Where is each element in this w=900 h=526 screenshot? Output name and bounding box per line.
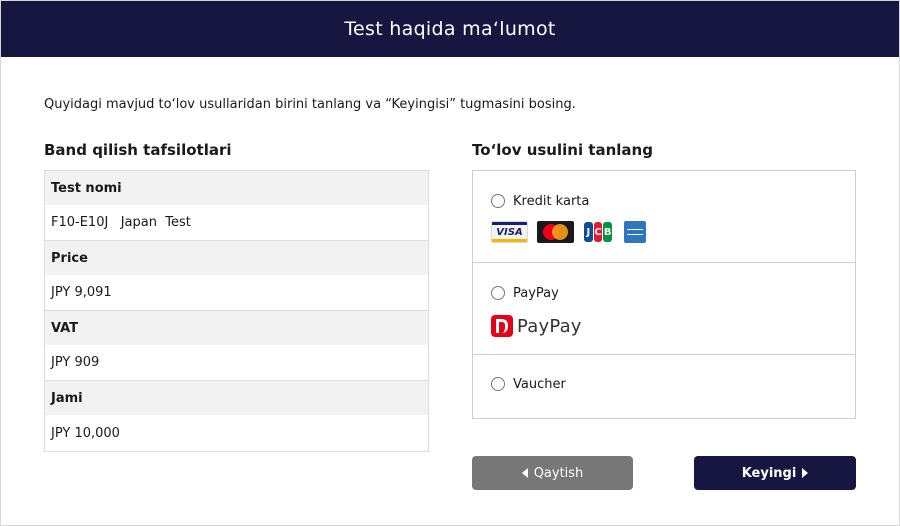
instruction-text: Quyidagi mavjud to‘lov usullaridan birin… xyxy=(44,97,576,112)
payment-label-voucher: Vaucher xyxy=(513,377,566,392)
mastercard-icon xyxy=(537,221,574,243)
payment-methods-box: Kredit karta VISA J C B PayPay PayPay Va… xyxy=(472,170,856,419)
visa-logo-text: VISA xyxy=(496,227,523,238)
booking-details-table: Test nomi F10-E10J Japan Test Price JPY … xyxy=(44,170,429,452)
next-button-label: Keyingi xyxy=(741,465,797,481)
radio-voucher[interactable] xyxy=(491,377,505,391)
page-title: Test haqida ma‘lumot xyxy=(344,18,556,40)
paypay-logo: PayPay xyxy=(491,315,582,337)
card-logos: VISA J C B xyxy=(491,221,646,243)
payment-label-credit-card: Kredit karta xyxy=(513,194,590,209)
radio-paypay[interactable] xyxy=(491,286,505,300)
payment-option-voucher[interactable]: Vaucher xyxy=(473,355,855,418)
payment-label-paypay: PayPay xyxy=(513,286,559,301)
booking-details-title: Band qilish tafsilotlari xyxy=(44,141,232,159)
caret-left-icon xyxy=(521,468,528,478)
detail-value-test-name: F10-E10J Japan Test xyxy=(45,205,428,241)
paypay-icon xyxy=(491,315,513,337)
detail-value-price: JPY 9,091 xyxy=(45,275,428,311)
next-button[interactable]: Keyingi xyxy=(694,456,856,490)
back-button[interactable]: Qaytish xyxy=(472,456,633,490)
payment-method-title: To‘lov usulini tanlang xyxy=(472,141,653,159)
detail-label-price: Price xyxy=(45,241,428,275)
page-header: Test haqida ma‘lumot xyxy=(1,1,899,57)
paypay-logo-text: PayPay xyxy=(517,315,582,337)
back-button-label: Qaytish xyxy=(533,465,584,481)
radio-credit-card[interactable] xyxy=(491,194,505,208)
detail-label-test-name: Test nomi xyxy=(45,171,428,205)
jcb-icon: J C B xyxy=(583,221,613,243)
payment-option-paypay[interactable]: PayPay PayPay xyxy=(473,263,855,355)
payment-option-credit-card[interactable]: Kredit karta VISA J C B xyxy=(473,171,855,263)
detail-label-total: Jami xyxy=(45,381,428,415)
visa-icon: VISA xyxy=(491,221,528,243)
detail-value-total: JPY 10,000 xyxy=(45,415,428,451)
detail-value-vat: JPY 909 xyxy=(45,345,428,381)
detail-label-vat: VAT xyxy=(45,311,428,345)
amex-icon xyxy=(624,221,646,243)
caret-right-icon xyxy=(802,468,809,478)
